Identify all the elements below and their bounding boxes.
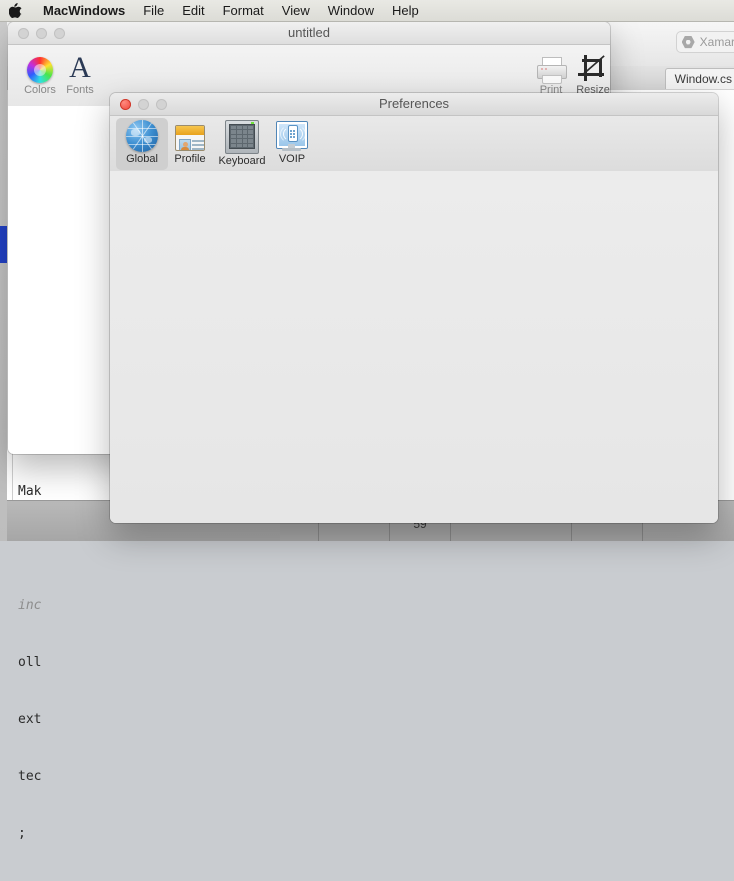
menu-item-window[interactable]: Window [319,3,383,18]
code-line: oll [18,655,42,670]
menu-item-file[interactable]: File [134,3,173,18]
id-card-icon [174,120,206,152]
preferences-toolbar[interactable]: Global Profile Keyboard VOIP [110,116,718,173]
xamarin-badge-label: Xamar [699,35,734,49]
xamarin-badge[interactable]: Xamar [675,31,734,53]
menu-item-help[interactable]: Help [383,3,428,18]
untitled-titlebar[interactable]: untitled [8,22,610,45]
pref-tab-global[interactable]: Global [116,118,168,170]
pref-tab-voip[interactable]: VOIP [266,118,318,170]
pref-tab-label-keyboard: Keyboard [218,155,266,167]
toolbar-label-fonts: Fonts [66,84,94,96]
code-line: ext [18,712,42,727]
menu-item-format[interactable]: Format [214,3,273,18]
scroll-position-marker[interactable] [0,226,7,263]
voip-monitor-icon [276,120,308,152]
apple-logo-icon[interactable] [8,3,22,19]
preferences-content-pane [110,171,718,523]
preferences-titlebar[interactable]: Preferences [110,93,718,116]
menu-bar[interactable]: MacWindows File Edit Format View Window … [0,0,734,22]
pref-tab-label-profile: Profile [174,153,206,165]
ide-tab-window-cs[interactable]: Window.cs [664,68,734,89]
xamarin-hexagon-icon [681,35,695,49]
code-line: inc [18,598,42,613]
globe-icon [126,120,158,152]
pref-tab-profile[interactable]: Profile [164,118,216,170]
crop-resize-icon [565,49,610,83]
left-scroll-rail[interactable] [0,22,7,541]
toolbar-item-resize[interactable]: Resize [565,49,610,96]
untitled-window-title: untitled [288,25,330,40]
menu-item-view[interactable]: View [273,3,319,18]
preferences-window-title: Preferences [378,96,450,111]
font-letter-a-icon: A [69,51,91,84]
code-line: tec [18,769,42,784]
pref-tab-label-voip: VOIP [278,153,306,165]
menu-item-macwindows[interactable]: MacWindows [34,3,134,18]
pref-tab-keyboard[interactable]: Keyboard [212,118,272,170]
preferences-window[interactable]: Preferences Global Profile Keyboard VOIP [110,93,718,523]
toolbar-item-fonts[interactable]: A Fonts [52,49,108,97]
pref-tab-label-global: Global [126,153,158,165]
menu-item-edit[interactable]: Edit [173,3,213,18]
code-line: ; [18,826,26,841]
keypad-icon [225,120,259,154]
